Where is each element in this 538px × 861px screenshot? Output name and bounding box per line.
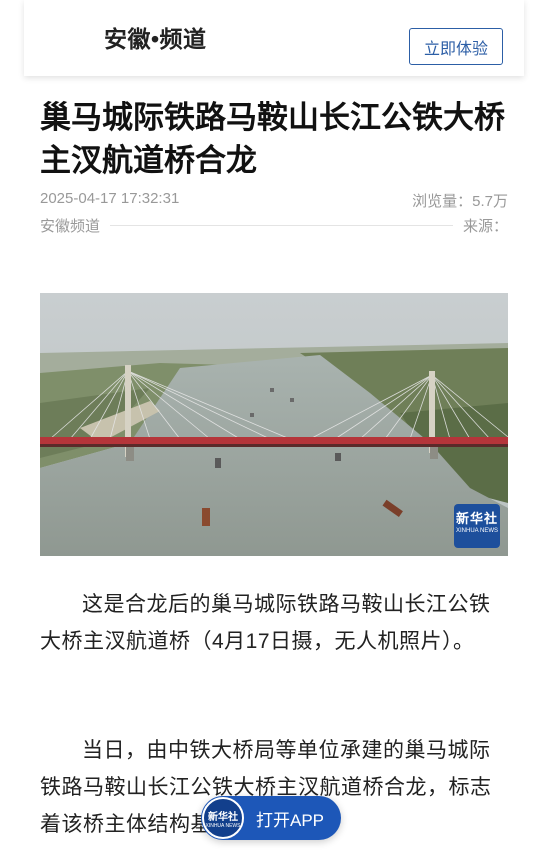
xinhua-app-icon: 新华社 XINHUA NEWS	[202, 797, 244, 839]
article-title: 巢马城际铁路马鞍山长江公铁大桥主汊航道桥合龙	[40, 100, 505, 178]
open-app-float-button[interactable]: 新华社 XINHUA NEWS 打开APP	[201, 796, 341, 840]
article-photo[interactable]: 新华社 XINHUA NEWS	[40, 293, 508, 556]
top-header: 安徽•频道 立即体验	[24, 0, 524, 76]
source-label: 来源：	[462, 217, 508, 235]
article-paragraph-1: 这是合龙后的巢马城际铁路马鞍山长江公铁大桥主汊航道桥（4月17日摄，无人机照片）…	[40, 593, 491, 653]
channel-label[interactable]: 安徽频道	[40, 215, 100, 236]
open-app-label: 打开APP	[256, 810, 325, 830]
publish-time: 2025-04-17 17:32:31	[40, 190, 180, 207]
meta-row: 安徽频道 来源：	[40, 214, 508, 236]
channel-brand[interactable]: 安徽•频道	[104, 20, 207, 54]
bridge-aerial-image	[40, 293, 508, 556]
xinhua-watermark-logo: 新华社 XINHUA NEWS	[454, 504, 500, 548]
view-count: 浏览量：5.7万	[412, 193, 508, 210]
open-experience-button[interactable]: 立即体验	[409, 28, 503, 65]
divider	[110, 224, 453, 226]
